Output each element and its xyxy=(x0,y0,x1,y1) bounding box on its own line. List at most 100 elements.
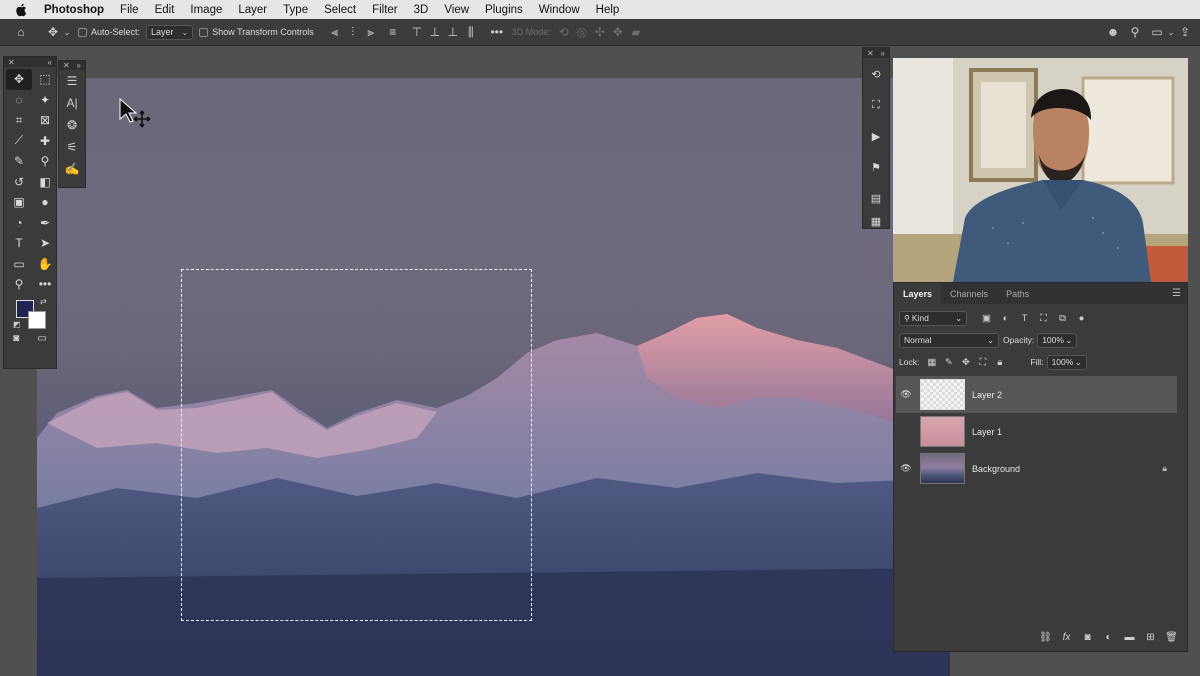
filter-adjustment-icon[interactable]: ◐ xyxy=(996,313,1015,324)
3d-orbit-icon[interactable]: ⟲ xyxy=(555,23,573,41)
healing-brush-tool-icon[interactable]: ✚ xyxy=(32,131,58,152)
adjustments-icon[interactable]: ☰ xyxy=(59,70,85,92)
document-canvas[interactable] xyxy=(37,78,950,676)
properties-icon[interactable]: ⚟ xyxy=(59,136,85,158)
frame-tool-icon[interactable]: ⊠ xyxy=(32,110,58,131)
filter-shape-icon[interactable]: ⛶ xyxy=(1034,313,1053,324)
menu-layer[interactable]: Layer xyxy=(238,4,267,16)
search-icon[interactable]: ⚲ xyxy=(1126,23,1144,41)
menu-app-name[interactable]: Photoshop xyxy=(44,4,104,16)
visibility-eye-icon[interactable]: 👁︎ xyxy=(896,463,916,474)
eyedropper-tool-icon[interactable]: ⟋ xyxy=(6,131,32,152)
3d-pan-icon[interactable]: ✣ xyxy=(591,23,609,41)
align-bottom-icon[interactable]: ⊥ xyxy=(444,23,462,41)
chevron-down-icon[interactable]: ⌄ xyxy=(62,23,72,41)
close-icon[interactable]: ✕ xyxy=(8,58,15,67)
align-left-icon[interactable]: ⫷ xyxy=(326,23,344,41)
distribute-icon[interactable]: ≡ xyxy=(384,23,402,41)
new-layer-icon[interactable]: ⊞ xyxy=(1143,632,1158,643)
history-icon[interactable]: ⟲ xyxy=(863,64,889,85)
show-transform-checkbox[interactable] xyxy=(199,27,209,37)
filter-smartobject-icon[interactable]: ⧉ xyxy=(1053,313,1072,324)
lock-all-icon[interactable]: 🔒︎ xyxy=(991,357,1008,368)
tab-paths[interactable]: Paths xyxy=(997,283,1038,304)
path-selection-tool-icon[interactable]: ➤ xyxy=(32,233,58,254)
menu-plugins[interactable]: Plugins xyxy=(485,4,523,16)
marquee-tool-icon[interactable]: ⬚ xyxy=(32,69,58,90)
marquee-selection[interactable] xyxy=(181,269,532,621)
align-middle-icon[interactable]: ⊥ xyxy=(426,23,444,41)
swatches-icon[interactable]: ❂ xyxy=(59,114,85,136)
menu-3d[interactable]: 3D xyxy=(414,4,429,16)
collapse-icon[interactable]: » xyxy=(77,61,81,70)
opacity-input[interactable]: 100% ⌄ xyxy=(1037,332,1078,348)
layer-style-fx-icon[interactable]: fx xyxy=(1059,632,1074,643)
pen-tool-icon[interactable]: ✒ xyxy=(32,213,58,234)
home-icon[interactable]: ⌂ xyxy=(12,23,30,41)
lock-pixels-icon[interactable]: ✎ xyxy=(940,357,957,368)
chevron-down-icon[interactable]: ⌄ xyxy=(1166,23,1176,41)
collapse-icon[interactable]: » xyxy=(881,49,885,58)
move-tool-icon[interactable]: ✥ xyxy=(44,23,62,41)
collapse-icon[interactable]: « xyxy=(48,58,52,67)
workspace-icon[interactable]: ▭ xyxy=(1148,23,1166,41)
visibility-eye-icon[interactable]: 👁︎ xyxy=(896,389,916,400)
screen-mode-icon[interactable]: ▭ xyxy=(37,333,46,344)
delete-layer-trash-icon[interactable]: 🗑︎ xyxy=(1164,632,1179,643)
notes-icon[interactable]: ▦ xyxy=(863,211,889,232)
stamp-tool-icon[interactable]: ⚲ xyxy=(32,151,58,172)
brush-settings-icon[interactable]: ✍ xyxy=(59,158,85,180)
layer-row-layer-2[interactable]: 👁︎ Layer 2 xyxy=(896,376,1177,413)
add-mask-icon[interactable]: ◙ xyxy=(1080,632,1095,643)
filter-toggle-icon[interactable]: ● xyxy=(1072,313,1091,324)
lock-icon[interactable]: 🔒︎ xyxy=(1162,463,1167,474)
type-tool-icon[interactable]: T xyxy=(6,233,32,254)
layer-name[interactable]: Layer 2 xyxy=(972,390,1002,400)
filter-kind-dropdown[interactable]: ⚲ Kind ⌄ xyxy=(899,310,967,326)
menu-file[interactable]: File xyxy=(120,4,139,16)
menu-view[interactable]: View xyxy=(444,4,469,16)
apple-icon[interactable] xyxy=(15,3,31,17)
lock-artboard-icon[interactable]: ⛶ xyxy=(974,357,991,368)
link-layers-icon[interactable]: ⛓ xyxy=(1038,632,1053,643)
tool-presets-icon[interactable]: ⚑ xyxy=(863,157,889,178)
character-icon[interactable]: A| xyxy=(59,92,85,114)
filter-pixel-icon[interactable]: ▣ xyxy=(977,313,996,324)
history-brush-tool-icon[interactable]: ↺ xyxy=(6,172,32,193)
blend-mode-dropdown[interactable]: Normal ⌄ xyxy=(899,332,999,348)
rectangle-tool-icon[interactable]: ▭ xyxy=(6,254,32,275)
menu-edit[interactable]: Edit xyxy=(155,4,175,16)
layer-row-layer-1[interactable]: Layer 1 xyxy=(896,413,1177,450)
export-share-icon[interactable]: ⇪ xyxy=(1176,23,1194,41)
menu-help[interactable]: Help xyxy=(596,4,620,16)
fill-input[interactable]: 100% ⌄ xyxy=(1046,354,1087,370)
background-color-swatch[interactable] xyxy=(28,310,46,329)
align-top-icon[interactable]: ⊤ xyxy=(408,23,426,41)
3d-roll-icon[interactable]: ◎ xyxy=(573,23,591,41)
new-group-folder-icon[interactable]: ▬ xyxy=(1122,632,1137,643)
menu-filter[interactable]: Filter xyxy=(372,4,398,16)
more-options-icon[interactable]: ••• xyxy=(488,23,506,41)
lock-position-icon[interactable]: ✥ xyxy=(957,357,974,368)
align-right-icon[interactable]: ⫸ xyxy=(362,23,380,41)
tab-layers[interactable]: Layers xyxy=(894,283,942,304)
move-tool-icon[interactable]: ✥ xyxy=(6,69,32,90)
blur-tool-icon[interactable]: ● xyxy=(32,192,58,213)
hand-tool-icon[interactable]: ✋ xyxy=(32,254,58,275)
crop-tool-icon[interactable]: ⌗ xyxy=(6,110,32,131)
layer-row-background[interactable]: 👁︎ Background 🔒︎ xyxy=(896,450,1177,487)
panel-menu-icon[interactable]: ☰ xyxy=(1172,288,1181,299)
share-user-icon[interactable]: ☻ xyxy=(1104,23,1122,41)
lock-transparent-icon[interactable]: ▦ xyxy=(923,357,940,368)
menu-window[interactable]: Window xyxy=(539,4,580,16)
lasso-tool-icon[interactable]: ◌ xyxy=(6,90,32,111)
menu-type[interactable]: Type xyxy=(283,4,308,16)
gradient-tool-icon[interactable]: ▣ xyxy=(6,192,32,213)
auto-select-checkbox[interactable] xyxy=(78,27,87,37)
brush-tool-icon[interactable]: ✎ xyxy=(6,151,32,172)
more-tools-icon[interactable]: ••• xyxy=(32,274,58,295)
tab-channels[interactable]: Channels xyxy=(941,283,997,304)
actions-play-icon[interactable]: ▶ xyxy=(863,126,889,147)
zoom-tool-icon[interactable]: ⚲ xyxy=(6,274,32,295)
dodge-tool-icon[interactable]: ◔ xyxy=(6,213,32,234)
